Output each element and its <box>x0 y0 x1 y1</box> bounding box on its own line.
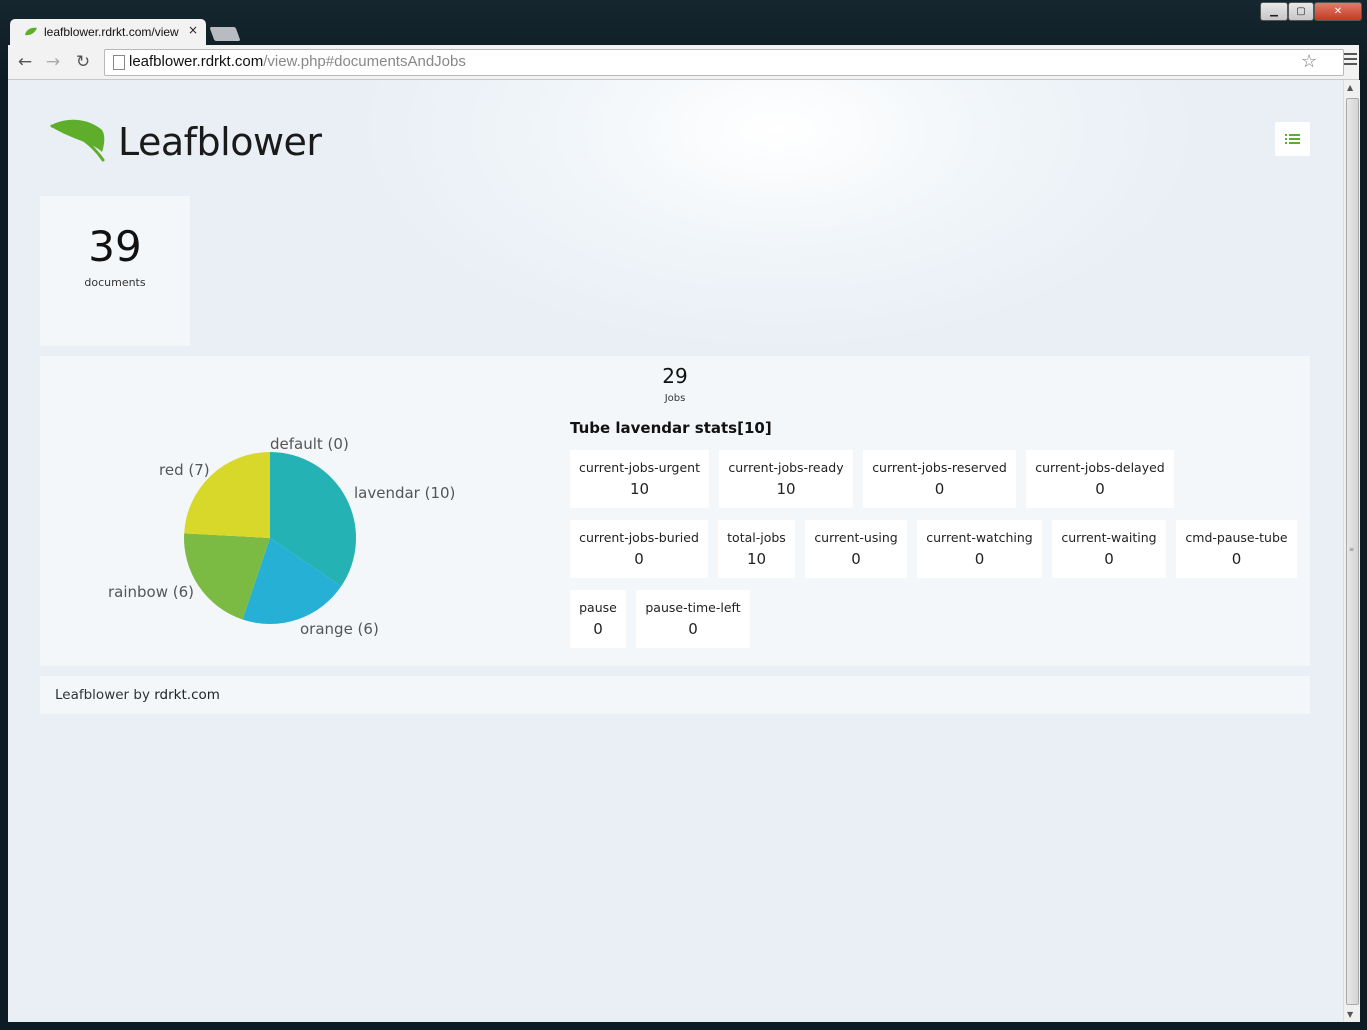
stat-box: pause-time-left 0 <box>636 590 750 648</box>
stat-box: current-jobs-delayed 0 <box>1026 450 1174 508</box>
documents-card: 39 documents <box>40 196 190 346</box>
bookmark-star-icon[interactable]: ☆ <box>1301 51 1317 72</box>
stat-name: cmd-pause-tube <box>1185 530 1288 545</box>
stat-box: current-jobs-urgent 10 <box>570 450 709 508</box>
url-host: leafblower.rdrkt.com <box>129 53 264 70</box>
documents-label: documents <box>84 276 146 289</box>
browser-toolbar: ← → ↻ leafblower.rdrkt.com/view.php#docu… <box>8 45 1359 80</box>
tube-stats-title: Tube lavendar stats[10] <box>570 419 772 437</box>
stat-name: current-jobs-buried <box>579 530 699 545</box>
forward-arrow-icon[interactable]: → <box>42 51 64 73</box>
stat-name: current-jobs-reserved <box>872 460 1007 475</box>
stat-value: 10 <box>629 480 650 498</box>
tubes-pie-chart: lavendar (10) orange (6) rainbow (6) red (7… <box>108 435 455 638</box>
scroll-grip-icon: ≡ <box>1349 546 1355 553</box>
leaf-logo-icon <box>50 119 105 162</box>
stat-box: current-jobs-buried 0 <box>570 520 708 578</box>
stat-name: current-jobs-urgent <box>579 460 700 475</box>
stat-name: current-using <box>814 530 898 545</box>
stat-value: 0 <box>934 480 945 498</box>
pie-label: orange (6) <box>300 620 379 638</box>
stat-name: current-jobs-delayed <box>1035 460 1165 475</box>
scroll-thumb[interactable]: ≡ <box>1346 98 1359 1005</box>
pie-label: default (0) <box>270 435 349 453</box>
address-bar[interactable]: leafblower.rdrkt.com/view.php#documentsA… <box>104 49 1344 76</box>
brand-title[interactable]: Leafblower <box>118 120 322 164</box>
page-viewport: Leafblower 39 documents 29 Jobs lavendar… <box>8 80 1343 1022</box>
window-frame-bottom <box>0 1022 1367 1030</box>
stat-box: current-watching 0 <box>917 520 1042 578</box>
jobs-count: 29 <box>662 364 688 388</box>
minimize-button[interactable]: ▁ <box>1260 2 1288 21</box>
tab-close-icon[interactable]: × <box>188 23 198 37</box>
stat-box: current-jobs-reserved 0 <box>863 450 1016 508</box>
browser-tab[interactable]: leafblower.rdrkt.com/view × <box>10 19 206 45</box>
stat-value: 0 <box>593 620 603 638</box>
documents-count: 39 <box>88 222 142 271</box>
stat-value: 0 <box>1104 550 1114 568</box>
reload-icon[interactable]: ↻ <box>72 51 94 73</box>
new-tab-button[interactable] <box>209 27 241 41</box>
pie-label: rainbow (6) <box>108 583 194 601</box>
stat-name: current-jobs-ready <box>728 460 844 475</box>
jobs-panel: 29 Jobs lavendar (10) orange (6) rainbow (… <box>40 356 1310 666</box>
stat-box: current-waiting 0 <box>1052 520 1166 578</box>
scroll-down-arrow-icon[interactable]: ▼ <box>1347 1010 1353 1019</box>
footer-text: Leafblower by rdrkt.com <box>55 687 220 703</box>
stat-value: 10 <box>746 550 767 568</box>
window-controls: ▁ ▢ ✕ <box>1260 2 1365 21</box>
page-icon <box>113 55 125 70</box>
vertical-scrollbar[interactable]: ▲ ≡ ▼ <box>1343 80 1360 1022</box>
stat-name: pause-time-left <box>645 600 741 615</box>
close-window-button[interactable]: ✕ <box>1314 2 1362 21</box>
stat-value: 0 <box>1095 480 1105 498</box>
leaf-favicon-icon <box>25 27 37 36</box>
footer-credit: Leafblower by <box>55 687 155 703</box>
stat-name: current-waiting <box>1061 530 1157 545</box>
pie-label: red (7) <box>159 461 210 479</box>
stat-value: 0 <box>851 550 861 568</box>
maximize-button[interactable]: ▢ <box>1288 2 1314 21</box>
tab-title: leafblower.rdrkt.com/view <box>44 25 179 39</box>
stat-value: 0 <box>1231 550 1242 568</box>
stat-value: 10 <box>776 480 796 498</box>
stat-value: 0 <box>974 550 985 568</box>
browser-menu-icon[interactable] <box>1344 53 1357 67</box>
stat-value: 0 <box>634 550 644 568</box>
window-frame-right <box>1359 80 1367 1022</box>
stat-box: pause 0 <box>570 590 626 648</box>
stat-name: current-watching <box>926 530 1033 545</box>
stat-box: current-jobs-ready 10 <box>719 450 853 508</box>
jobs-label: Jobs <box>664 393 686 404</box>
stat-name: pause <box>579 600 617 615</box>
back-arrow-icon[interactable]: ← <box>14 51 36 73</box>
stat-box: cmd-pause-tube 0 <box>1176 520 1297 578</box>
stat-box: total-jobs 10 <box>718 520 795 578</box>
menu-list-button[interactable] <box>1275 122 1310 156</box>
footer-link[interactable]: rdrkt.com <box>154 687 220 703</box>
url-path: /view.php#documentsAndJobs <box>263 53 466 70</box>
footer: Leafblower by rdrkt.com <box>40 676 1310 714</box>
scroll-up-arrow-icon[interactable]: ▲ <box>1347 83 1353 92</box>
stat-box: current-using 0 <box>805 520 907 578</box>
stat-name: total-jobs <box>727 530 786 545</box>
pie-label: lavendar (10) <box>354 484 455 502</box>
url-text[interactable]: leafblower.rdrkt.com/view.php#documentsA… <box>129 53 466 70</box>
window-frame-left <box>0 80 8 1022</box>
stat-value: 0 <box>688 620 698 638</box>
